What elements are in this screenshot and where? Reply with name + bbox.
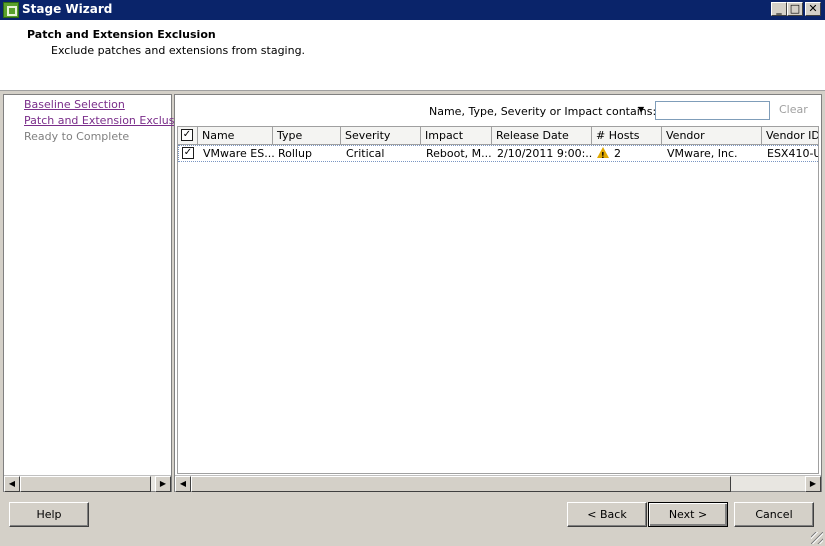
title-bar: Stage Wizard _ □ ✕ (0, 0, 825, 20)
column-header-type[interactable]: Type (273, 127, 341, 144)
close-button[interactable]: ✕ (805, 2, 821, 16)
cell-impact: Reboot, M... (426, 147, 492, 160)
help-button[interactable]: Help (9, 502, 89, 527)
minimize-button[interactable]: _ (771, 2, 787, 16)
column-header-hosts[interactable]: # Hosts (592, 127, 662, 144)
patch-grid: ✓ Name Type Severity Impact Release Date… (177, 126, 819, 474)
scroll-thumb[interactable] (20, 476, 151, 492)
help-label: Help (36, 508, 62, 521)
column-header-severity[interactable]: Severity (341, 127, 421, 144)
wizard-header: Patch and Extension Exclusion Exclude pa… (0, 20, 825, 91)
column-header-vendor-id[interactable]: Vendor ID (762, 127, 818, 144)
filter-label: Name, Type, Severity or Impact contains: (429, 105, 657, 118)
next-button[interactable]: Next > (648, 502, 728, 527)
grid-scroll-thumb[interactable] (191, 476, 731, 492)
step-patch-extension-exclusion[interactable]: Patch and Extension Exclusion (24, 114, 191, 127)
maximize-button[interactable]: □ (787, 2, 803, 16)
warning-icon (597, 147, 609, 162)
column-header-name[interactable]: Name (198, 127, 273, 144)
cell-hosts: 2 (593, 146, 663, 162)
grid-header: ✓ Name Type Severity Impact Release Date… (178, 127, 818, 145)
hosts-count: 2 (614, 147, 621, 160)
page-title: Patch and Extension Exclusion (27, 28, 216, 41)
row-checkbox-cell[interactable]: ✓ (179, 146, 199, 162)
column-header-release-date[interactable]: Release Date (492, 127, 592, 144)
row-checkbox[interactable]: ✓ (182, 147, 194, 159)
back-label: < Back (587, 508, 627, 521)
cell-severity: Critical (346, 147, 385, 160)
wizard-app-icon (3, 2, 19, 18)
wizard-steps-panel: Baseline Selection Patch and Extension E… (3, 94, 191, 492)
scroll-left-icon[interactable]: ◀ (4, 476, 20, 492)
cancel-button[interactable]: Cancel (734, 502, 814, 527)
grid-scroll-left-icon[interactable]: ◀ (175, 476, 191, 492)
scroll-right-icon[interactable]: ▶ (155, 476, 171, 492)
cell-name: VMware ES... (203, 147, 274, 160)
clear-button[interactable]: Clear (779, 103, 808, 116)
grid-scroll-right-icon[interactable]: ▶ (805, 476, 821, 492)
window-title: Stage Wizard (22, 2, 113, 16)
table-row[interactable]: ✓ VMware ES... Rollup Critical Reboot, M… (178, 145, 818, 162)
select-all-checkbox[interactable]: ✓ (181, 129, 193, 141)
page-subtitle: Exclude patches and extensions from stag… (51, 44, 306, 57)
grid-horizontal-scrollbar[interactable]: ◀ ▶ (175, 475, 821, 492)
column-header-vendor[interactable]: Vendor (662, 127, 762, 144)
column-header-impact[interactable]: Impact (421, 127, 492, 144)
select-all-cell[interactable]: ✓ (178, 127, 198, 144)
cell-vendor-id: ESX410-U... (767, 147, 818, 160)
patch-list-panel: Name, Type, Severity or Impact contains:… (174, 94, 822, 492)
step-ready-to-complete: Ready to Complete (24, 130, 130, 143)
next-label: Next > (668, 508, 708, 521)
cancel-label: Cancel (755, 508, 793, 521)
resize-grip-icon[interactable] (811, 532, 823, 544)
cell-vendor: VMware, Inc. (667, 147, 738, 160)
cell-type: Rollup (278, 147, 312, 160)
filter-dropdown-icon[interactable]: ▼ (638, 105, 644, 114)
step-baseline-selection[interactable]: Baseline Selection (24, 98, 125, 111)
steps-horizontal-scrollbar[interactable]: ◀ ▶ (4, 475, 171, 492)
filter-input[interactable] (655, 101, 770, 120)
cell-release-date: 2/10/2011 9:00:... (497, 147, 593, 160)
back-button[interactable]: < Back (567, 502, 647, 527)
